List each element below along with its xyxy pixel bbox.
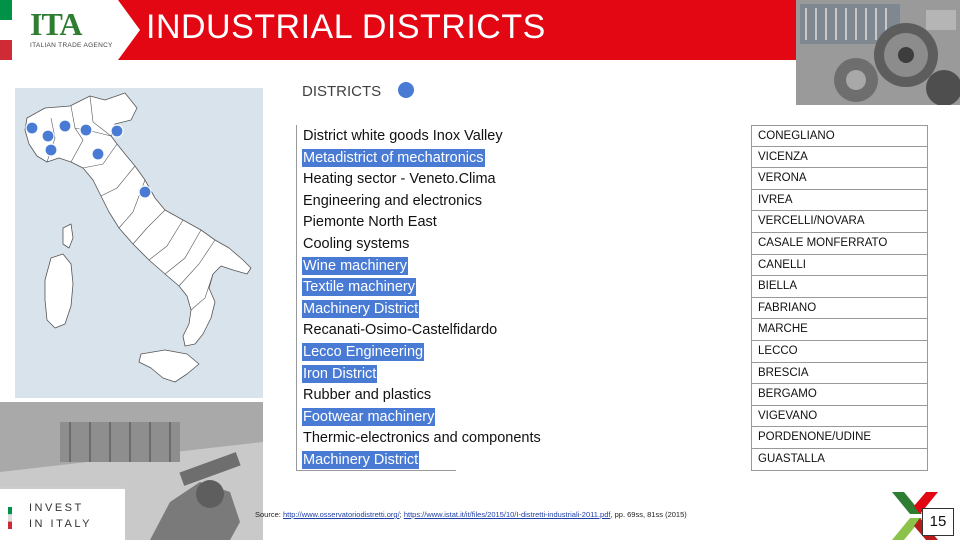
district-name: Rubber and plastics (303, 387, 432, 404)
city-name: BRESCIA (758, 366, 809, 379)
source-prefix: Source: (255, 510, 283, 519)
district-name: Textile machinery (302, 278, 417, 297)
district-name: Engineering and electronics (303, 192, 482, 209)
legend-label: DISTRICTS (302, 83, 382, 100)
city-name: CANELLI (758, 258, 806, 271)
city-cell: VICENZA (751, 146, 928, 169)
source-note: Source: http://www.osservatoriodistretti… (255, 510, 687, 519)
table-row: Wine machinery CANELLI (296, 254, 930, 277)
table-row: Cooling systems CASALE MONFERRATO (296, 233, 930, 255)
district-name: Machinery District (302, 451, 420, 469)
city-name: IVREA (758, 193, 793, 206)
city-cell: VERCELLI/NOVARA (751, 211, 928, 233)
district-marker (58, 119, 72, 133)
table-row: Machinery District GUASTALLA (296, 449, 930, 471)
district-marker (91, 147, 105, 161)
city-name: VERONA (758, 172, 807, 185)
invest-logo-line1: INVEST (29, 502, 84, 514)
city-name: MARCHE (758, 323, 808, 336)
city-name: CASALE MONFERRATO (758, 237, 888, 249)
district-name: Machinery District (302, 299, 420, 318)
table-row: Machinery District FABRIANO (296, 297, 930, 320)
page-number: 15 (922, 508, 954, 536)
district-marker (25, 121, 39, 135)
district-marker (110, 124, 124, 138)
table-row: Textile machinery BIELLA (296, 276, 930, 298)
city-cell: CASALE MONFERRATO (751, 233, 928, 255)
city-cell: FABRIANO (751, 297, 928, 320)
table-row: Thermic-electronics and components PORDEN… (296, 427, 930, 449)
city-name: GUASTALLA (758, 453, 825, 465)
ita-logo[interactable]: ITA ITALIAN TRADE AGENCY (0, 0, 140, 60)
table-row: Piemonte North East VERCELLI/NOVARA (296, 211, 930, 233)
table-row: Lecco Engineering LECCO (296, 341, 930, 363)
district-marker (41, 129, 55, 143)
city-cell: BIELLA (751, 276, 928, 298)
city-cell: IVREA (751, 189, 928, 212)
city-cell: GUASTALLA (751, 449, 928, 471)
city-cell: LECCO (751, 341, 928, 363)
legend-dot-icon (398, 82, 414, 98)
city-cell: CANELLI (751, 254, 928, 277)
source-link-osservatorio[interactable]: http://www.osservatoriodistretti.org/ (283, 510, 400, 519)
city-name: FABRIANO (758, 301, 817, 314)
source-link-istat[interactable]: https://www.istat.it/it/files/2015/10/I-… (404, 510, 611, 519)
city-name: VICENZA (758, 150, 808, 163)
table-row: Heating sector - Veneto.Clima VERONA (296, 168, 930, 190)
city-cell: VIGEVANO (751, 405, 928, 428)
italian-flag-icon (0, 0, 12, 60)
italy-map (15, 88, 263, 398)
logo-subtitle: ITALIAN TRADE AGENCY (30, 42, 113, 49)
table-row: Iron District BRESCIA (296, 362, 930, 385)
city-cell: BERGAMO (751, 384, 928, 406)
table-row: Recanati-Osimo-Castelfidardo MARCHE (296, 319, 930, 341)
district-name: Iron District (302, 364, 378, 383)
district-name: Wine machinery (302, 256, 408, 275)
logo-text: ITA (30, 6, 83, 42)
city-name: BIELLA (758, 280, 797, 293)
city-cell: PORDENONE/UDINE (751, 427, 928, 449)
city-cell: VERONA (751, 168, 928, 190)
table-row: Rubber and plastics BERGAMO (296, 384, 930, 406)
city-cell: BRESCIA (751, 362, 928, 385)
city-name: CONEGLIANO (758, 130, 835, 142)
district-name: Lecco Engineering (302, 343, 425, 361)
table-row: Engineering and electronics IVREA (296, 189, 930, 212)
city-cell: CONEGLIANO (751, 125, 928, 147)
city-cell: MARCHE (751, 319, 928, 341)
district-name: District white goods Inox Valley (303, 128, 503, 144)
district-name: Piemonte North East (303, 214, 437, 231)
source-suffix: , pp. 69ss, 81ss (2015) (610, 510, 687, 519)
district-markers (25, 119, 152, 199)
district-marker (79, 123, 93, 137)
district-name: Footwear machinery (302, 407, 436, 426)
district-name: Recanati-Osimo-Castelfidardo (303, 322, 498, 339)
district-marker (138, 185, 152, 199)
city-name: BERGAMO (758, 388, 817, 401)
table-row: Metadistrict of mechatronics VICENZA (296, 146, 930, 169)
city-name: VERCELLI/NOVARA (758, 215, 865, 228)
district-name: Metadistrict of mechatronics (302, 148, 485, 167)
invest-in-italy-logo (0, 487, 125, 542)
district-name: Thermic-electronics and components (303, 430, 541, 447)
district-name: Cooling systems (303, 236, 410, 252)
city-name: VIGEVANO (758, 409, 818, 422)
district-name: Heating sector - Veneto.Clima (303, 171, 496, 188)
machinery-photo (796, 0, 960, 105)
city-name: PORDENONE/UDINE (758, 431, 872, 444)
table-row: Footwear machinery VIGEVANO (296, 405, 930, 428)
district-marker (44, 143, 58, 157)
italian-flag-icon (8, 507, 12, 529)
invest-logo-line2: IN ITALY (29, 518, 92, 530)
page-title: INDUSTRIAL DISTRICTS (146, 8, 546, 46)
table-row: District white goods Inox Valley CONEGLIA… (296, 125, 930, 147)
city-name: LECCO (758, 345, 798, 357)
